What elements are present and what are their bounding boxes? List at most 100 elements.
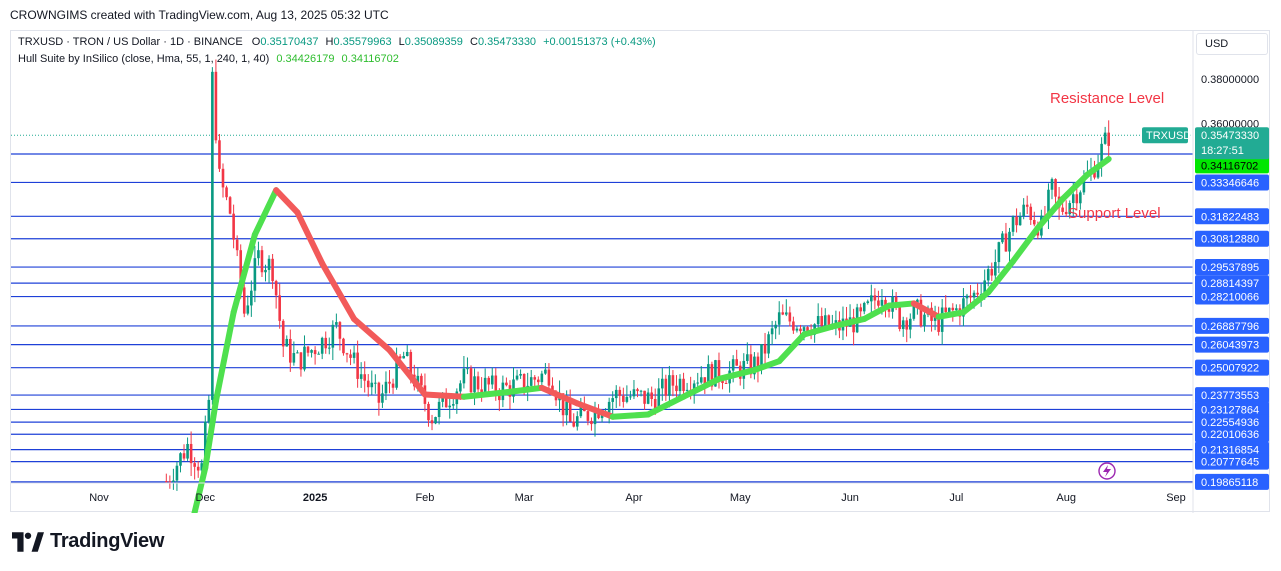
candle-body: [547, 369, 551, 386]
candle-body: [724, 382, 728, 384]
candle-body: [434, 417, 437, 424]
candle-body: [232, 213, 235, 240]
candle-body: [901, 320, 905, 330]
candle-body: [487, 377, 491, 385]
level-price-label: 0.22010636: [1201, 429, 1259, 441]
candle-body: [338, 322, 342, 339]
candle-body: [317, 353, 320, 355]
candle-body: [678, 378, 682, 392]
candle-body: [823, 315, 827, 326]
candle-body: [965, 295, 969, 299]
tradingview-logo[interactable]: TradingView: [12, 530, 164, 553]
candle-body: [235, 239, 239, 251]
level-price-label: 0.26887796: [1201, 321, 1259, 333]
candle-body: [866, 301, 870, 303]
hull-segment: [715, 367, 758, 382]
candle-body: [476, 376, 480, 390]
candle-body: [664, 378, 668, 396]
candle-body: [990, 269, 994, 276]
candle-body: [285, 338, 289, 347]
chart-frame[interactable]: Resistance Level Support Level Nov Dec 2025…: [10, 30, 1271, 513]
candle-body: [186, 443, 189, 459]
tradingview-logo-icon: [12, 531, 44, 552]
indicator-price-label: 0.34116702: [1201, 160, 1258, 172]
candle-body: [313, 350, 317, 355]
candle-body: [359, 374, 363, 379]
candle-body: [1103, 132, 1107, 144]
support-level-annotation: Support Level: [1068, 205, 1161, 222]
candle-body: [629, 396, 632, 398]
candle-body: [572, 421, 576, 427]
candle-body: [873, 295, 877, 301]
x-tick-label: Mar: [515, 492, 534, 504]
price-chart[interactable]: Resistance Level Support Level Nov Dec 2025…: [11, 31, 1271, 513]
candle-body: [590, 420, 593, 425]
candle-body: [306, 346, 310, 353]
candle-body: [533, 377, 537, 380]
hull-segment: [886, 300, 917, 309]
candle-body: [207, 399, 211, 422]
hull-segment: [319, 260, 358, 322]
level-price-label: 0.25007922: [1201, 363, 1259, 375]
candle-body: [898, 306, 901, 330]
candle-body: [802, 327, 806, 332]
candle-body: [490, 375, 494, 385]
candle-body: [303, 346, 306, 370]
candle-body: [250, 290, 253, 306]
tradingview-logo-text: TradingView: [50, 530, 165, 552]
symbol-name: TRXUSD · TRON / US Dollar · 1D · BINANCE: [18, 36, 243, 48]
candle-body: [327, 347, 331, 349]
candle-body: [614, 389, 618, 399]
candle-body: [179, 453, 182, 466]
hull-segment: [832, 315, 868, 329]
candle-body: [1032, 219, 1036, 225]
candle-body: [228, 197, 232, 214]
candle-body: [781, 312, 785, 315]
candle-body: [1029, 206, 1033, 220]
candle-body: [682, 378, 685, 391]
candle-body: [168, 481, 172, 483]
candle-body: [374, 382, 377, 384]
candle-body: [940, 307, 944, 332]
candle-body: [196, 466, 200, 471]
candle-body: [466, 368, 469, 370]
candle-body: [947, 307, 951, 313]
candle-body: [260, 250, 264, 273]
indicator-name: Hull Suite by InSilico (close, Hma, 55, …: [18, 53, 270, 65]
candle-body: [193, 463, 196, 467]
candle-body: [586, 411, 590, 421]
hull-segment: [503, 384, 545, 396]
x-tick-label: May: [730, 492, 751, 504]
candle-body: [274, 281, 278, 296]
candle-body: [1079, 192, 1082, 204]
price-axis-label: 0.38000000: [1201, 74, 1259, 86]
candle-body: [264, 269, 267, 273]
candle-body: [1107, 132, 1110, 146]
candle-body: [324, 337, 328, 349]
candle-body: [1061, 207, 1064, 212]
candle-body: [519, 373, 522, 376]
candle-body: [320, 337, 324, 354]
candle-body: [366, 380, 370, 388]
candle-body: [622, 395, 625, 402]
hull-segment: [351, 315, 393, 354]
candle-body: [221, 168, 225, 188]
candle-body: [310, 350, 313, 353]
candle-body: [281, 320, 285, 347]
candle-body: [225, 187, 228, 198]
open-value: 0.35170437: [260, 36, 319, 48]
x-tick-label: Feb: [415, 492, 434, 504]
candle-body: [544, 369, 547, 374]
candle-body: [568, 401, 572, 422]
candle-body: [735, 359, 738, 366]
candle-body: [986, 269, 990, 281]
candle-body: [862, 302, 866, 312]
candle-body: [646, 392, 650, 404]
x-tick-label: Jul: [949, 492, 963, 504]
candle-body: [529, 377, 533, 386]
indicator-legend: Hull Suite by InSilico (close, Hma, 55, …: [18, 53, 399, 65]
candle-body: [1075, 194, 1079, 204]
currency-selector[interactable]: USD: [1196, 33, 1268, 55]
candle-body: [696, 382, 700, 384]
candle-body: [774, 324, 777, 329]
